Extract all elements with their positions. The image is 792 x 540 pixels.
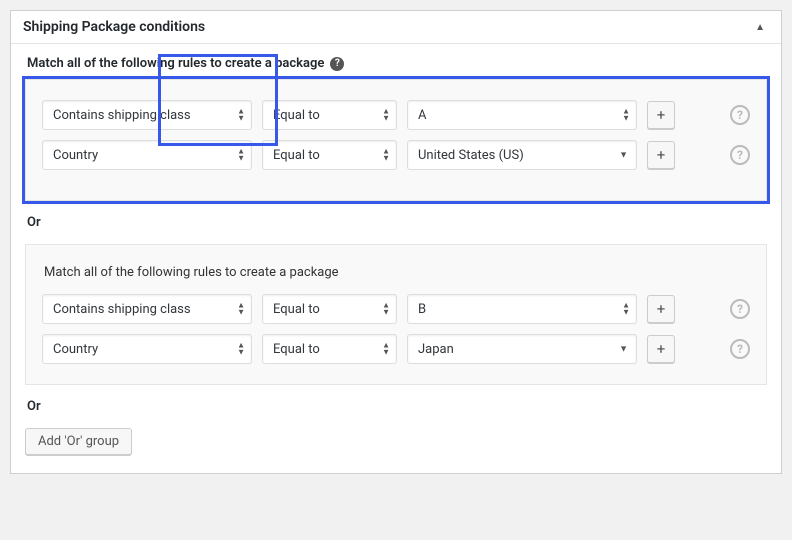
updown-icon: ▲▼ (622, 109, 630, 122)
updown-icon: ▲▼ (237, 149, 245, 162)
add-rule-button[interactable]: + (647, 101, 675, 129)
help-icon[interactable]: ? (330, 57, 344, 71)
updown-icon: ▲▼ (382, 303, 390, 316)
operator-value: Equal to (273, 108, 320, 123)
value-text: A (418, 108, 426, 123)
operator-select[interactable]: Equal to ▲▼ (262, 294, 397, 324)
rule-group-2: Match all of the following rules to crea… (25, 244, 767, 385)
field-value: Contains shipping class (53, 302, 191, 317)
or-separator: Or (27, 215, 767, 230)
collapse-icon[interactable]: ▲ (751, 20, 769, 35)
panel-body: Match all of the following rules to crea… (11, 44, 781, 473)
add-rule-button[interactable]: + (647, 295, 675, 323)
field-value: Country (53, 342, 98, 357)
updown-icon: ▲▼ (622, 303, 630, 316)
rule-row: Contains shipping class ▲▼ Equal to ▲▼ B… (42, 294, 750, 324)
field-value: Contains shipping class (53, 108, 191, 123)
updown-icon: ▲▼ (382, 149, 390, 162)
updown-icon: ▲▼ (382, 343, 390, 356)
conditions-panel: Shipping Package conditions ▲ Match all … (10, 10, 782, 474)
updown-icon: ▲▼ (237, 109, 245, 122)
value-text: Japan (418, 342, 454, 357)
field-select[interactable]: Contains shipping class ▲▼ (42, 294, 252, 324)
row-help-icon[interactable]: ? (730, 339, 750, 359)
operator-value: Equal to (273, 148, 320, 163)
updown-icon: ▲▼ (382, 109, 390, 122)
rule-row: Country ▲▼ Equal to ▲▼ Japan ▼ + ? (42, 334, 750, 364)
panel-header: Shipping Package conditions ▲ (11, 11, 781, 44)
operator-select[interactable]: Equal to ▲▼ (262, 140, 397, 170)
operator-select[interactable]: Equal to ▲▼ (262, 100, 397, 130)
row-help-icon[interactable]: ? (730, 145, 750, 165)
match-rules-text: Match all of the following rules to crea… (44, 265, 750, 280)
field-value: Country (53, 148, 98, 163)
operator-value: Equal to (273, 302, 320, 317)
chevron-down-icon: ▼ (619, 150, 628, 161)
or-separator: Or (27, 399, 767, 414)
add-rule-button[interactable]: + (647, 141, 675, 169)
add-rule-button[interactable]: + (647, 335, 675, 363)
operator-value: Equal to (273, 342, 320, 357)
updown-icon: ▲▼ (237, 343, 245, 356)
value-select[interactable]: A ▲▼ (407, 100, 637, 130)
match-rules-text: Match all of the following rules to crea… (27, 56, 324, 71)
group-1-label: Match all of the following rules to crea… (27, 56, 767, 71)
row-help-icon[interactable]: ? (730, 105, 750, 125)
chevron-down-icon: ▼ (619, 344, 628, 355)
operator-select[interactable]: Equal to ▲▼ (262, 334, 397, 364)
rule-group-1: Contains shipping class ▲▼ Equal to ▲▼ A… (25, 79, 767, 201)
value-select[interactable]: United States (US) ▼ (407, 140, 637, 170)
row-help-icon[interactable]: ? (730, 299, 750, 319)
rule-row: Country ▲▼ Equal to ▲▼ United States (US… (42, 140, 750, 170)
rule-row: Contains shipping class ▲▼ Equal to ▲▼ A… (42, 100, 750, 130)
field-select[interactable]: Contains shipping class ▲▼ (42, 100, 252, 130)
field-select[interactable]: Country ▲▼ (42, 334, 252, 364)
value-text: United States (US) (418, 148, 524, 163)
value-text: B (418, 302, 426, 317)
field-select[interactable]: Country ▲▼ (42, 140, 252, 170)
add-or-group-button[interactable]: Add 'Or' group (25, 428, 132, 455)
value-select[interactable]: Japan ▼ (407, 334, 637, 364)
panel-title: Shipping Package conditions (23, 19, 205, 35)
value-select[interactable]: B ▲▼ (407, 294, 637, 324)
updown-icon: ▲▼ (237, 303, 245, 316)
